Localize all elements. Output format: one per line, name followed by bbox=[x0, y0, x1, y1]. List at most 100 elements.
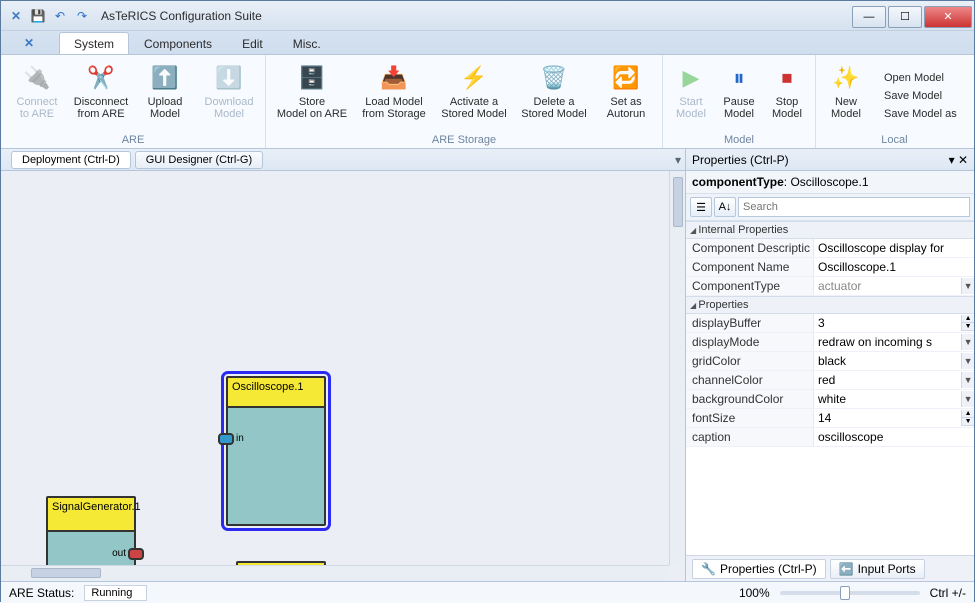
qat-undo-icon[interactable]: ↶ bbox=[51, 7, 69, 25]
row-channelcolor: channelColor▼ bbox=[686, 371, 974, 390]
comp-name-field[interactable] bbox=[814, 258, 974, 276]
maximize-button[interactable]: ☐ bbox=[888, 6, 922, 28]
activate-icon: ⚡ bbox=[458, 62, 490, 94]
ribbon-logo[interactable]: ✕ bbox=[7, 32, 51, 54]
tab-components[interactable]: Components bbox=[129, 32, 227, 54]
wires bbox=[1, 171, 301, 321]
spinner-icon[interactable]: ▲▼ bbox=[961, 410, 974, 426]
row-comp-type: ComponentType▼ bbox=[686, 277, 974, 296]
minimize-button[interactable]: — bbox=[852, 6, 886, 28]
port-osc-in-label: in bbox=[236, 433, 244, 444]
row-comp-desc: Component Descriptic bbox=[686, 239, 974, 258]
tab-edit[interactable]: Edit bbox=[227, 32, 278, 54]
download-model-button[interactable]: ⬇️Download Model bbox=[199, 59, 259, 132]
port-icon: ⬅️ bbox=[839, 562, 854, 576]
sort-categorized-icon[interactable]: ☰ bbox=[690, 197, 712, 217]
caption-field[interactable] bbox=[814, 428, 974, 446]
autorun-button[interactable]: 🔁Set as Autorun bbox=[596, 59, 656, 132]
open-model-button[interactable]: Open Model bbox=[880, 70, 961, 86]
tab-gui-designer[interactable]: GUI Designer (Ctrl-G) bbox=[135, 151, 263, 169]
start-model-button[interactable]: ▶Start Model bbox=[669, 59, 713, 132]
comp-type-field bbox=[814, 277, 961, 295]
close-button[interactable]: ✕ bbox=[924, 6, 972, 28]
row-fontsize: fontSize▲▼ bbox=[686, 409, 974, 428]
disconnect-are-button[interactable]: ✂️Disconnect from ARE bbox=[71, 59, 131, 132]
load-icon: 📥 bbox=[378, 62, 410, 94]
autorun-icon: 🔁 bbox=[610, 62, 642, 94]
zoom-slider-knob[interactable] bbox=[840, 586, 850, 600]
canvas[interactable]: SignalGenerator.1 out Oscilloscope.1 in … bbox=[1, 171, 685, 581]
row-caption: caption bbox=[686, 428, 974, 447]
connect-are-button[interactable]: 🔌Connect to ARE bbox=[7, 59, 67, 132]
comp-desc-field[interactable] bbox=[814, 239, 974, 257]
canvas-hscroll[interactable] bbox=[1, 565, 669, 581]
displaybuffer-field[interactable] bbox=[814, 314, 961, 332]
load-model-button[interactable]: 📥Load Model from Storage bbox=[356, 59, 432, 132]
chevron-down-icon[interactable]: ▼ bbox=[961, 391, 974, 407]
chevron-down-icon[interactable]: ▼ bbox=[961, 353, 974, 369]
row-displaybuffer: displayBuffer▲▼ bbox=[686, 314, 974, 333]
property-grid[interactable]: Internal Properties Component Descriptic… bbox=[686, 221, 974, 555]
stop-icon: ⏹ bbox=[771, 62, 803, 94]
fontsize-field[interactable] bbox=[814, 409, 961, 427]
bottom-tab-properties[interactable]: 🔧Properties (Ctrl-P) bbox=[692, 559, 826, 579]
properties-component-type: componentType: Oscilloscope.1 bbox=[686, 171, 974, 194]
panel-pin-icon[interactable]: ▾ bbox=[949, 153, 955, 167]
displaymode-field[interactable] bbox=[814, 333, 961, 351]
tab-deployment[interactable]: Deployment (Ctrl-D) bbox=[11, 151, 131, 169]
unplug-icon: ✂️ bbox=[85, 62, 117, 94]
new-icon: ✨ bbox=[830, 62, 862, 94]
gridcolor-field[interactable] bbox=[814, 352, 961, 370]
block-oscilloscope[interactable]: Oscilloscope.1 in bbox=[226, 376, 326, 526]
save-model-button[interactable]: Save Model bbox=[880, 88, 961, 104]
ribbon-tabstrip: ✕ System Components Edit Misc. bbox=[1, 31, 974, 55]
panel-close-icon[interactable]: ✕ bbox=[958, 153, 968, 167]
qat-save-icon[interactable]: 💾 bbox=[29, 7, 47, 25]
canvas-vscroll[interactable] bbox=[669, 171, 685, 565]
window-title: AsTeRICS Configuration Suite bbox=[91, 9, 852, 23]
properties-title: Properties (Ctrl-P) bbox=[692, 153, 789, 167]
tab-system[interactable]: System bbox=[59, 32, 129, 54]
zoom-slider[interactable] bbox=[780, 591, 920, 595]
activate-model-button[interactable]: ⚡Activate a Stored Model bbox=[436, 59, 512, 132]
chevron-down-icon[interactable]: ▼ bbox=[961, 372, 974, 388]
tab-misc[interactable]: Misc. bbox=[278, 32, 336, 54]
chevron-down-icon[interactable]: ▼ bbox=[961, 334, 974, 350]
play-icon: ▶ bbox=[675, 62, 707, 94]
port-osc-in[interactable] bbox=[218, 433, 234, 445]
bottom-tab-input-ports[interactable]: ⬅️Input Ports bbox=[830, 559, 925, 579]
pause-model-button[interactable]: ⏸Pause Model bbox=[717, 59, 761, 132]
new-model-button[interactable]: ✨New Model bbox=[822, 59, 870, 132]
group-model-label: Model bbox=[669, 132, 809, 146]
group-storage-label: ARE Storage bbox=[272, 132, 656, 146]
title-bar: ✕ 💾 ↶ ↷ AsTeRICS Configuration Suite — ☐… bbox=[1, 1, 974, 31]
stop-model-button[interactable]: ⏹Stop Model bbox=[765, 59, 809, 132]
qat-redo-icon[interactable]: ↷ bbox=[73, 7, 91, 25]
group-local-label: Local bbox=[822, 132, 967, 146]
group-are-label: ARE bbox=[7, 132, 259, 146]
chevron-down-icon[interactable]: ▼ bbox=[961, 278, 974, 294]
port-siggen-out[interactable] bbox=[128, 548, 144, 560]
section-properties[interactable]: Properties bbox=[686, 296, 974, 314]
upload-model-button[interactable]: ⬆️Upload Model bbox=[135, 59, 195, 132]
spinner-icon[interactable]: ▲▼ bbox=[961, 315, 974, 331]
pause-icon: ⏸ bbox=[723, 62, 755, 94]
zoom-hint: Ctrl +/- bbox=[930, 586, 966, 600]
sort-alpha-icon[interactable]: A↓ bbox=[714, 197, 736, 217]
app-icon: ✕ bbox=[7, 7, 25, 25]
block-signalgenerator-title: SignalGenerator.1 bbox=[48, 498, 134, 532]
workspace-tabstrip: Deployment (Ctrl-D) GUI Designer (Ctrl-G… bbox=[1, 149, 685, 171]
plug-icon: 🔌 bbox=[21, 62, 53, 94]
backgroundcolor-field[interactable] bbox=[814, 390, 961, 408]
row-gridcolor: gridColor▼ bbox=[686, 352, 974, 371]
delete-model-button[interactable]: 🗑️Delete a Stored Model bbox=[516, 59, 592, 132]
search-input[interactable] bbox=[738, 197, 970, 217]
row-comp-name: Component Name bbox=[686, 258, 974, 277]
tabstrip-dropdown-icon[interactable]: ▾ bbox=[671, 153, 685, 167]
save-model-as-button[interactable]: Save Model as bbox=[880, 106, 961, 122]
section-internal[interactable]: Internal Properties bbox=[686, 221, 974, 239]
download-icon: ⬇️ bbox=[213, 62, 245, 94]
channelcolor-field[interactable] bbox=[814, 371, 961, 389]
port-siggen-out-label: out bbox=[112, 548, 126, 559]
store-model-button[interactable]: 🗄️Store Model on ARE bbox=[272, 59, 352, 132]
